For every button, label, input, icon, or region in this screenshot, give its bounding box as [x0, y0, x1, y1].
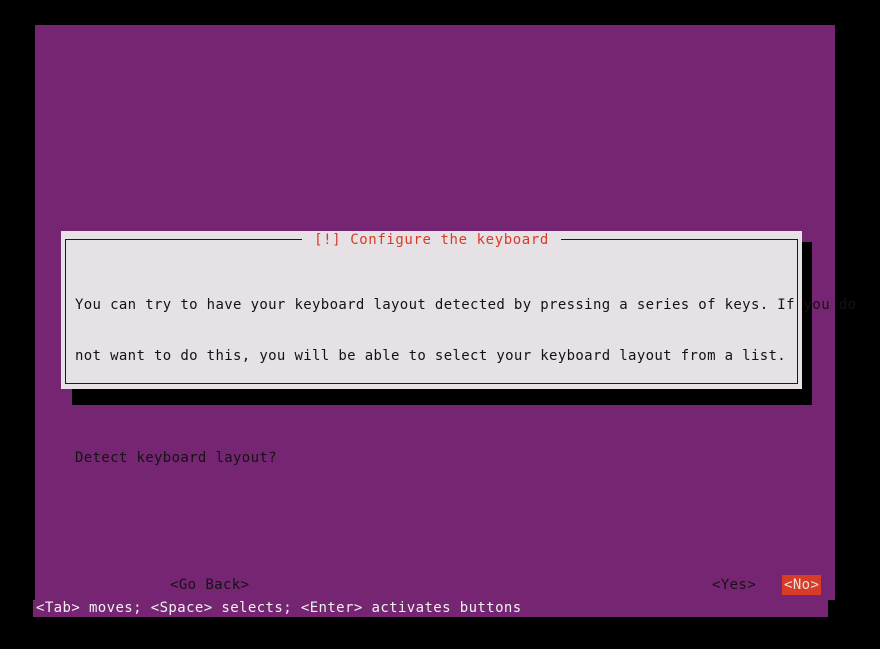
message-line-1: You can try to have your keyboard layout…	[75, 297, 857, 313]
yes-button[interactable]: <Yes>	[710, 575, 758, 595]
message-line-2: not want to do this, you will be able to…	[75, 348, 787, 364]
status-bar: <Tab> moves; <Space> selects; <Enter> ac…	[33, 600, 828, 617]
go-back-button[interactable]: <Go Back>	[168, 575, 251, 595]
status-bar-help-text: <Tab> moves; <Space> selects; <Enter> ac…	[36, 600, 522, 616]
message-question: Detect keyboard layout?	[75, 450, 277, 466]
installer-screen: [!] Configure the keyboard You can try t…	[0, 0, 880, 649]
configure-keyboard-dialog: [!] Configure the keyboard You can try t…	[61, 231, 856, 595]
no-button[interactable]: <No>	[782, 575, 822, 595]
dialog-message: You can try to have your keyboard layout…	[75, 263, 857, 501]
dialog-button-row: <Go Back> <Yes> <No>	[61, 575, 822, 595]
